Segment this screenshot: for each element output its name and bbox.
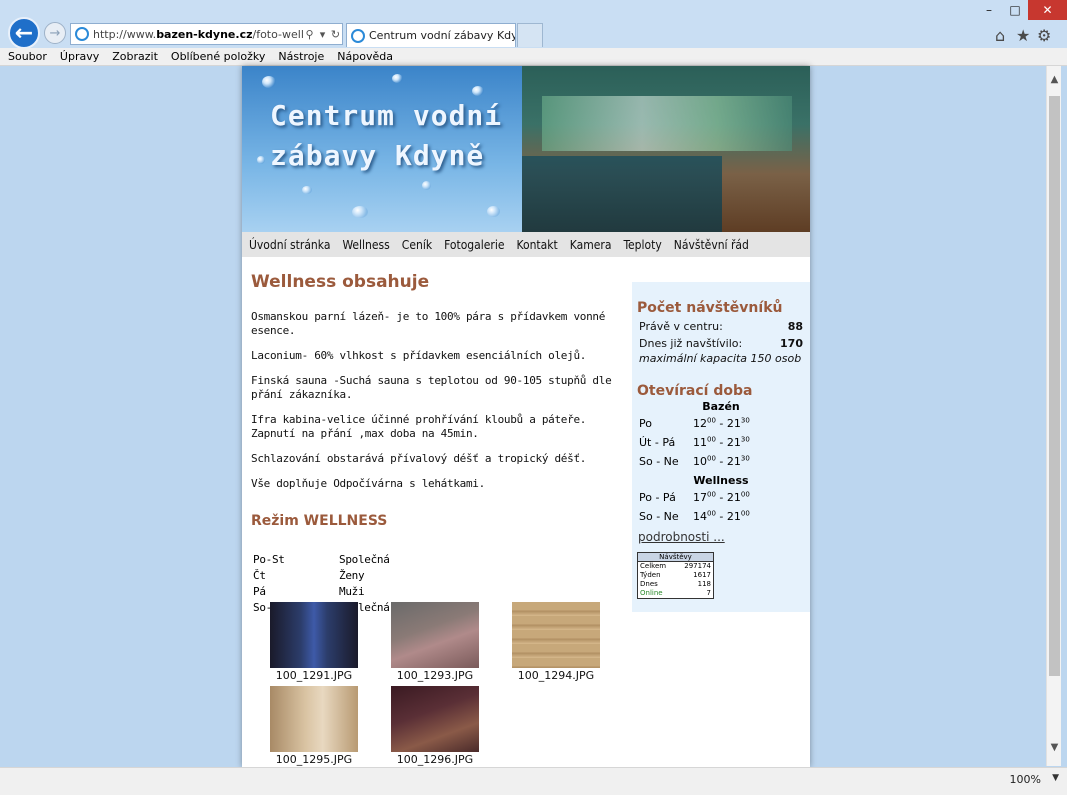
paragraph: Ifra kabina-velice účinné prohřívání klo… — [251, 413, 587, 440]
menu-view[interactable]: Zobrazit — [112, 50, 158, 63]
thumbnail-caption: 100_1296.JPG — [396, 753, 474, 766]
main-content: Wellness obsahuje Osmanskou parní lázeň-… — [251, 272, 623, 615]
back-icon[interactable]: ← — [8, 17, 40, 49]
thumbnail-image[interactable] — [270, 686, 358, 752]
favorites-star-icon[interactable]: ★ — [1016, 26, 1030, 45]
pool-photo — [522, 66, 810, 232]
capacity-note: maximální kapacita 150 osob — [639, 352, 802, 365]
thumbnail-caption: 100_1291.JPG — [275, 669, 353, 682]
schedule-day: Čt — [253, 568, 266, 582]
site-banner: Centrum vodní zábavy Kdyně — [242, 66, 810, 232]
schedule-mode: Společná — [339, 552, 390, 566]
zoom-level[interactable]: 100% — [1010, 773, 1041, 786]
site-navigation: Úvodní stránka Wellness Ceník Fotogaleri… — [242, 232, 810, 257]
menu-favorites[interactable]: Oblíbené položky — [171, 50, 266, 63]
status-bar: 100% ▼ — [0, 767, 1067, 795]
search-icon[interactable]: ⚲ — [303, 28, 316, 41]
counter-row: Dnes 118 — [640, 580, 711, 588]
gallery-item[interactable]: 100_1296.JPG — [391, 686, 479, 766]
page-heading: Wellness obsahuje — [251, 272, 430, 292]
new-tab-button[interactable] — [517, 23, 543, 47]
gallery-item[interactable]: 100_1291.JPG — [270, 602, 358, 682]
close-window-button[interactable]: ✕ — [1028, 0, 1067, 20]
menu-file[interactable]: Soubor — [8, 50, 47, 63]
menu-tools[interactable]: Nástroje — [278, 50, 324, 63]
menu-bar: Soubor Úpravy Zobrazit Oblíbené položky … — [0, 48, 1067, 66]
nav-rules[interactable]: Návštěvní řád — [674, 238, 749, 252]
gallery-item[interactable]: 100_1295.JPG — [270, 686, 358, 766]
visitors-today: Dnes již navštívilo: 170 — [639, 337, 803, 350]
gallery-item[interactable]: 100_1293.JPG — [391, 602, 479, 682]
thumbnail-image[interactable] — [270, 602, 358, 668]
nav-gallery[interactable]: Fotogalerie — [444, 238, 504, 252]
counter-title: Návštěvy — [638, 553, 713, 562]
mode-heading: Režim WELLNESS — [251, 513, 388, 529]
site-title: Centrum vodní zábavy Kdyně — [270, 99, 503, 172]
scroll-down-icon[interactable]: ▼ — [1047, 742, 1062, 753]
maximize-button[interactable]: □ — [1002, 0, 1028, 20]
counter-row: Online 7 — [640, 589, 711, 597]
hours-row: Po 1200 - 2130 — [639, 416, 750, 430]
thumbnail-image[interactable] — [512, 602, 600, 668]
pool-label: Bazén — [702, 400, 740, 413]
paragraph: Vše doplňuje Odpočívárna s lehátkami. — [251, 477, 485, 490]
vertical-scrollbar[interactable]: ▲ ▼ — [1046, 66, 1061, 766]
thumbnail-image[interactable] — [391, 686, 479, 752]
thumbnail-caption: 100_1294.JPG — [517, 669, 595, 682]
paragraph: Finská sauna -Suchá sauna s teplotou od … — [251, 374, 612, 401]
nav-contact[interactable]: Kontakt — [517, 238, 558, 252]
gallery-item[interactable]: 100_1294.JPG — [512, 602, 600, 682]
address-url[interactable]: http://www.bazen-kdyne.cz/foto-wellness-… — [93, 28, 303, 41]
hours-row: Po - Pá 1700 - 2100 — [639, 490, 750, 504]
zoom-dropdown-icon[interactable]: ▼ — [1052, 773, 1059, 783]
forward-icon[interactable]: → — [44, 22, 66, 44]
schedule-day: Po-St — [253, 552, 285, 566]
table-row: Pá Muži — [253, 583, 390, 599]
menu-help[interactable]: Nápověda — [337, 50, 393, 63]
refresh-icon[interactable]: ↻ — [329, 28, 342, 41]
table-row: Po-St Společná — [253, 551, 390, 567]
nav-camera[interactable]: Kamera — [570, 238, 612, 252]
info-sidebar: Počet návštěvníků Právě v centru: 88 Dnes… — [632, 282, 810, 612]
schedule-mode: Ženy — [339, 568, 365, 582]
chevron-down-icon[interactable]: ▾ — [316, 28, 329, 41]
menu-edit[interactable]: Úpravy — [60, 50, 99, 63]
table-row: Čt Ženy — [253, 567, 390, 583]
tab-title: Centrum vodní zábavy Kdyně — [369, 29, 516, 42]
details-link[interactable]: podrobnosti ... — [637, 530, 805, 544]
paragraph: Schlazování obstarává přívalový déšť a t… — [251, 452, 587, 465]
nav-temperatures[interactable]: Teploty — [623, 238, 661, 252]
thumbnail-image[interactable] — [391, 602, 479, 668]
schedule-mode: Muži — [339, 584, 365, 598]
scroll-thumb[interactable] — [1049, 96, 1060, 676]
nav-wellness[interactable]: Wellness — [342, 238, 389, 252]
ie-tab-icon — [351, 28, 365, 43]
schedule-day: Pá — [253, 584, 266, 598]
ie-site-icon — [75, 27, 89, 41]
counter-row: Týden 1617 — [640, 571, 711, 579]
nav-home[interactable]: Úvodní stránka — [249, 238, 330, 252]
paragraph: Laconium- 60% vlhkost s přídavkem esenci… — [251, 349, 587, 362]
visitors-heading: Počet návštěvníků — [637, 300, 783, 316]
web-page: Centrum vodní zábavy Kdyně Úvodní stránk… — [242, 66, 810, 767]
browser-tab[interactable]: Centrum vodní zábavy Kdyně ✕ — [346, 23, 516, 47]
counter-row: Celkem 297174 — [640, 562, 711, 570]
paragraph: Osmanskou parní lázeň- je to 100% pára s… — [251, 310, 606, 337]
hours-row: So - Ne 1400 - 2100 — [639, 509, 750, 523]
gear-icon[interactable]: ⚙ — [1037, 26, 1051, 45]
minimize-button[interactable]: – — [976, 0, 1002, 20]
opening-hours-heading: Otevírací doba — [637, 383, 753, 399]
nav-pricing[interactable]: Ceník — [402, 238, 432, 252]
visit-counter-widget[interactable]: Návštěvy Celkem 297174 Týden 1617 Dnes 118 … — [637, 552, 714, 599]
wellness-label: Wellness — [693, 474, 749, 487]
thumbnail-caption: 100_1295.JPG — [275, 753, 353, 766]
hours-row: Út - Pá 1100 - 2130 — [639, 435, 750, 449]
visitors-now: Právě v centru: 88 — [639, 320, 803, 333]
hours-row: So - Ne 1000 - 2130 — [639, 454, 750, 468]
home-icon[interactable]: ⌂ — [995, 26, 1005, 45]
scroll-up-icon[interactable]: ▲ — [1047, 74, 1062, 85]
address-bar[interactable]: http://www.bazen-kdyne.cz/foto-wellness-… — [70, 23, 343, 45]
browser-titlebar: ← → http://www.bazen-kdyne.cz/foto-welln… — [0, 0, 1067, 49]
thumbnail-caption: 100_1293.JPG — [396, 669, 474, 682]
